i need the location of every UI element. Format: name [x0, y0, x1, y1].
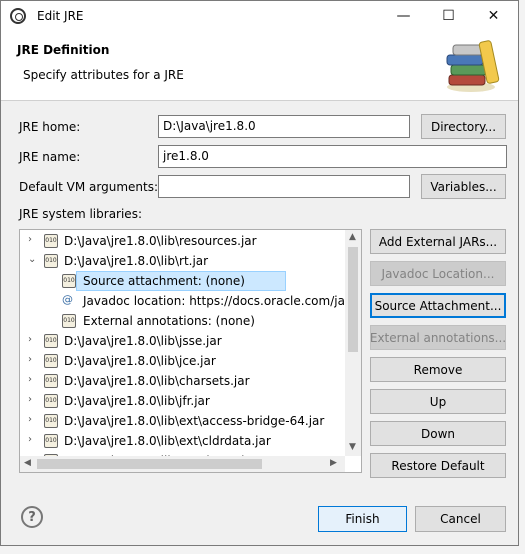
- minimize-button[interactable]: —: [381, 1, 426, 31]
- add-external-jars-label: Add External JARs...: [378, 234, 498, 249]
- jar-icon: 010: [44, 254, 58, 268]
- restore-default-button[interactable]: Restore Default: [370, 453, 506, 478]
- library-jar-item[interactable]: › 010 D:\Java\jre1.8.0\lib\ext\cldrdata.ja…: [20, 431, 345, 451]
- variables-button[interactable]: Variables...: [421, 174, 506, 199]
- help-icon: ?: [28, 509, 36, 525]
- external-annotations-label: External annotations...: [369, 330, 507, 345]
- chevron-down-icon[interactable]: ⌄: [28, 254, 38, 265]
- libraries-tree[interactable]: › 010 D:\Java\jre1.8.0\lib\resources.jar ⌄ 0…: [19, 229, 362, 473]
- library-jar-item[interactable]: › 010 D:\Java\jre1.8.0\lib\jfr.jar: [20, 391, 345, 411]
- source-attachment-button[interactable]: Source Attachment...: [370, 293, 506, 318]
- chevron-right-icon[interactable]: ›: [28, 414, 38, 425]
- library-jar-item[interactable]: › 010 D:\Java\jre1.8.0\lib\jce.jar: [20, 351, 345, 371]
- jar-icon: 010: [44, 414, 58, 428]
- javadoc-location-button[interactable]: Javadoc Location...: [370, 261, 506, 286]
- library-jar-item[interactable]: ⌄ 010 D:\Java\jre1.8.0\lib\rt.jar: [20, 251, 345, 271]
- title-bar[interactable]: Edit JRE — ☐ ✕: [1, 1, 518, 31]
- library-attribute: External annotations: (none): [83, 314, 255, 328]
- minimize-icon: —: [396, 8, 411, 24]
- maximize-icon: ☐: [442, 8, 455, 24]
- jar-icon: 010: [44, 354, 58, 368]
- library-path: D:\Java\jre1.8.0\lib\jsse.jar: [64, 334, 222, 348]
- libraries-tree-rows: › 010 D:\Java\jre1.8.0\lib\resources.jar ⌄ 0…: [20, 230, 345, 456]
- external-annotations-icon: 010: [62, 314, 76, 328]
- source-attachment-label: Source Attachment...: [374, 298, 502, 313]
- variables-button-label: Variables...: [430, 179, 497, 194]
- maximize-button[interactable]: ☐: [426, 1, 471, 31]
- jar-icon: 010: [44, 374, 58, 388]
- edit-jre-dialog: Edit JRE — ☐ ✕ JRE Definition Specify at…: [0, 0, 519, 546]
- jre-name-field[interactable]: jre1.8.0: [158, 145, 507, 168]
- down-label: Down: [420, 426, 455, 441]
- jar-icon: 010: [44, 394, 58, 408]
- library-attribute: Source attachment: (none): [83, 274, 245, 288]
- vm-args-label: Default VM arguments:: [19, 180, 159, 194]
- library-path: D:\Java\jre1.8.0\lib\resources.jar: [64, 234, 257, 248]
- jre-home-field[interactable]: D:\Java\jre1.8.0: [158, 115, 410, 138]
- directory-button[interactable]: Directory...: [421, 114, 506, 139]
- page-title: JRE Definition: [17, 43, 110, 57]
- eclipse-icon: [10, 8, 26, 24]
- scroll-left-icon[interactable]: ◀: [24, 458, 31, 468]
- up-label: Up: [429, 394, 447, 409]
- scroll-right-icon[interactable]: ▶: [330, 458, 337, 468]
- jre-home-label: JRE home:: [19, 120, 81, 134]
- page-description: Specify attributes for a JRE: [23, 68, 184, 82]
- add-external-jars-button[interactable]: Add External JARs...: [370, 229, 506, 254]
- cancel-button[interactable]: Cancel: [415, 506, 506, 532]
- up-button[interactable]: Up: [370, 389, 506, 414]
- scroll-up-icon[interactable]: ▲: [349, 232, 356, 242]
- library-path: D:\Java\jre1.8.0\lib\ext\cldrdata.jar: [64, 434, 271, 448]
- jre-name-label: JRE name:: [19, 150, 81, 164]
- library-jar-item[interactable]: › 010 D:\Java\jre1.8.0\lib\ext\access-brid…: [20, 411, 345, 431]
- tree-child-item[interactable]: 010 External annotations: (none): [20, 311, 345, 331]
- finish-button[interactable]: Finish: [318, 506, 407, 532]
- vertical-scroll-thumb[interactable]: [348, 247, 358, 352]
- library-jar-item[interactable]: › 010 D:\Java\jre1.8.0\lib\jsse.jar: [20, 331, 345, 351]
- restore-default-label: Restore Default: [391, 458, 485, 473]
- remove-label: Remove: [413, 362, 463, 377]
- finish-label: Finish: [345, 512, 380, 526]
- down-button[interactable]: Down: [370, 421, 506, 446]
- tree-child-item[interactable]: 010 Source attachment: (none): [20, 271, 345, 291]
- tree-child-item[interactable]: @ Javadoc location: https://docs.oracle.c…: [20, 291, 345, 311]
- library-jar-item[interactable]: › 010 D:\Java\jre1.8.0\lib\charsets.jar: [20, 371, 345, 391]
- chevron-right-icon[interactable]: ›: [28, 334, 38, 345]
- external-annotations-button[interactable]: External annotations...: [370, 325, 506, 350]
- close-button[interactable]: ✕: [471, 1, 516, 31]
- library-attribute: Javadoc location: https://docs.oracle.co…: [83, 294, 345, 308]
- chevron-right-icon[interactable]: ›: [28, 234, 38, 245]
- cancel-label: Cancel: [440, 512, 481, 526]
- window-title: Edit JRE: [37, 9, 84, 23]
- chevron-right-icon[interactable]: ›: [28, 434, 38, 445]
- library-path: D:\Java\jre1.8.0\lib\jfr.jar: [64, 394, 210, 408]
- library-books-icon: [446, 40, 500, 92]
- dialog-header: JRE Definition Specify attributes for a …: [1, 31, 518, 101]
- vm-args-field[interactable]: [158, 175, 410, 198]
- chevron-right-icon[interactable]: ›: [28, 374, 38, 385]
- source-attachment-icon: 010: [62, 274, 76, 288]
- remove-button[interactable]: Remove: [370, 357, 506, 382]
- chevron-right-icon[interactable]: ›: [28, 354, 38, 365]
- close-icon: ✕: [487, 8, 500, 24]
- libraries-label: JRE system libraries:: [19, 207, 142, 221]
- scroll-down-icon[interactable]: ▼: [349, 442, 356, 452]
- jar-icon: 010: [44, 234, 58, 248]
- chevron-right-icon[interactable]: ›: [28, 394, 38, 405]
- horizontal-scrollbar[interactable]: ◀ ▶: [20, 456, 345, 472]
- vertical-scrollbar[interactable]: ▲ ▼: [345, 230, 361, 456]
- javadoc-location-label: Javadoc Location...: [381, 266, 495, 281]
- background-window-strip-bottom: [0, 546, 525, 554]
- library-path: D:\Java\jre1.8.0\lib\jce.jar: [64, 354, 216, 368]
- library-jar-item[interactable]: › 010 D:\Java\jre1.8.0\lib\resources.jar: [20, 231, 345, 251]
- directory-button-label: Directory...: [430, 119, 497, 134]
- library-path: D:\Java\jre1.8.0\lib\charsets.jar: [64, 374, 250, 388]
- jar-icon: 010: [44, 334, 58, 348]
- javadoc-location-icon: @: [62, 293, 73, 306]
- help-button[interactable]: ?: [21, 506, 43, 528]
- library-path: D:\Java\jre1.8.0\lib\rt.jar: [64, 254, 209, 268]
- horizontal-scroll-thumb[interactable]: [37, 459, 262, 469]
- jar-icon: 010: [44, 434, 58, 448]
- library-path: D:\Java\jre1.8.0\lib\ext\access-bridge-6…: [64, 414, 325, 428]
